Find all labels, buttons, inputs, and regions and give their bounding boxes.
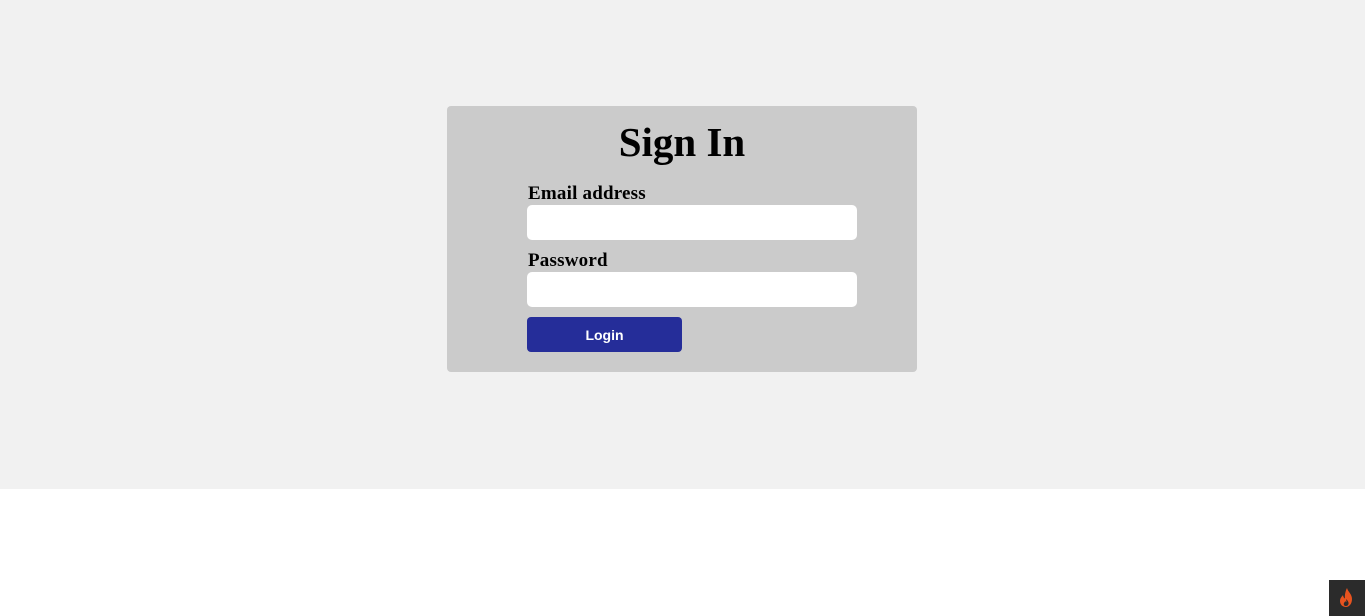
email-label: Email address [528,183,646,204]
login-button[interactable]: Login [527,317,682,352]
password-label: Password [528,250,608,271]
flame-icon [1340,588,1352,607]
email-field[interactable] [527,205,857,240]
page-background: Sign In Email address Password Login [0,0,1365,489]
signin-card: Sign In Email address Password Login [447,106,917,372]
corner-badge[interactable] [1329,580,1365,616]
page-title: Sign In [618,119,746,165]
password-field[interactable] [527,272,857,307]
